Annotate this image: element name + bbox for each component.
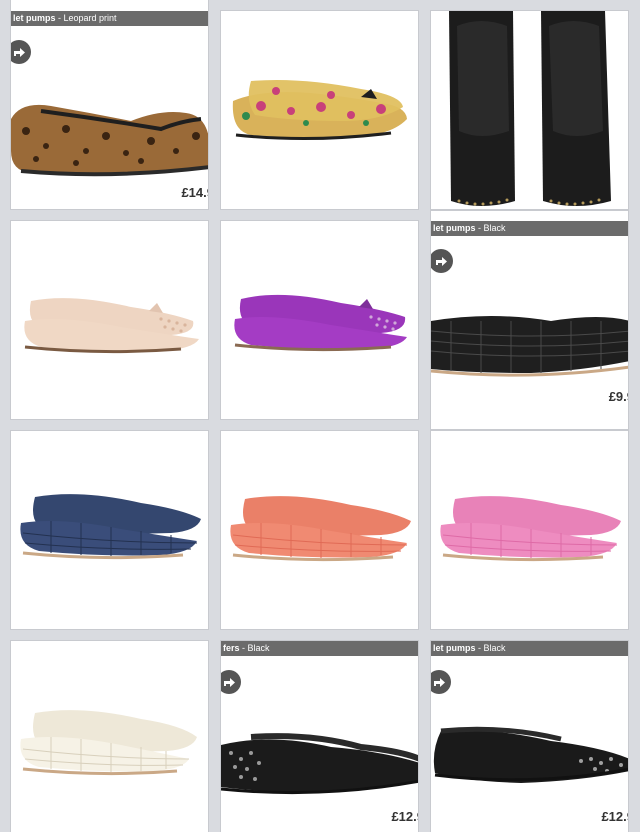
black-studded-loafer-image (221, 733, 418, 795)
coral-crochet-pump-image (230, 496, 411, 562)
white-crochet-pump-image (20, 710, 197, 776)
product-price: £14.9 (181, 185, 208, 200)
black-studded-pump-image (433, 726, 628, 783)
product-card-purple-pumps[interactable] (220, 220, 419, 420)
product-price: £12.9 (391, 809, 418, 824)
product-card-multicolor-pumps[interactable] (220, 10, 419, 210)
product-card-black-loafers[interactable] (430, 10, 629, 210)
product-card-leopard-pumps[interactable]: let pumps - Leopard print £14.9 (10, 0, 209, 210)
pink-crochet-pump-image (440, 496, 621, 562)
product-card-navy-crochet-pumps[interactable] (10, 430, 209, 630)
product-price: £9.9 (608, 389, 628, 404)
navy-crochet-pump-image (20, 494, 201, 560)
product-card-black-crochet-pumps[interactable]: let pumps - Black £9.9 (430, 210, 629, 430)
product-card-black-studded-pumps[interactable]: let pumps - Black £12.9 (430, 640, 629, 832)
product-card-white-crochet-pumps[interactable] (10, 640, 209, 832)
multicolor-pump-image (232, 80, 407, 141)
product-card-pink-crochet-pumps[interactable] (430, 430, 629, 630)
black-crochet-pump-image (431, 316, 628, 377)
leopard-pump-image (11, 104, 208, 177)
product-card-coral-crochet-pumps[interactable] (220, 430, 419, 630)
product-card-nude-pumps[interactable] (10, 220, 209, 420)
product-card-black-studded-loafers[interactable]: fers - Black £12.9 (220, 640, 419, 832)
product-price: £12.9 (601, 809, 628, 824)
black-loafer-pair-image (449, 11, 611, 206)
purple-pump-image (234, 294, 407, 352)
nude-pump-image (24, 298, 200, 354)
